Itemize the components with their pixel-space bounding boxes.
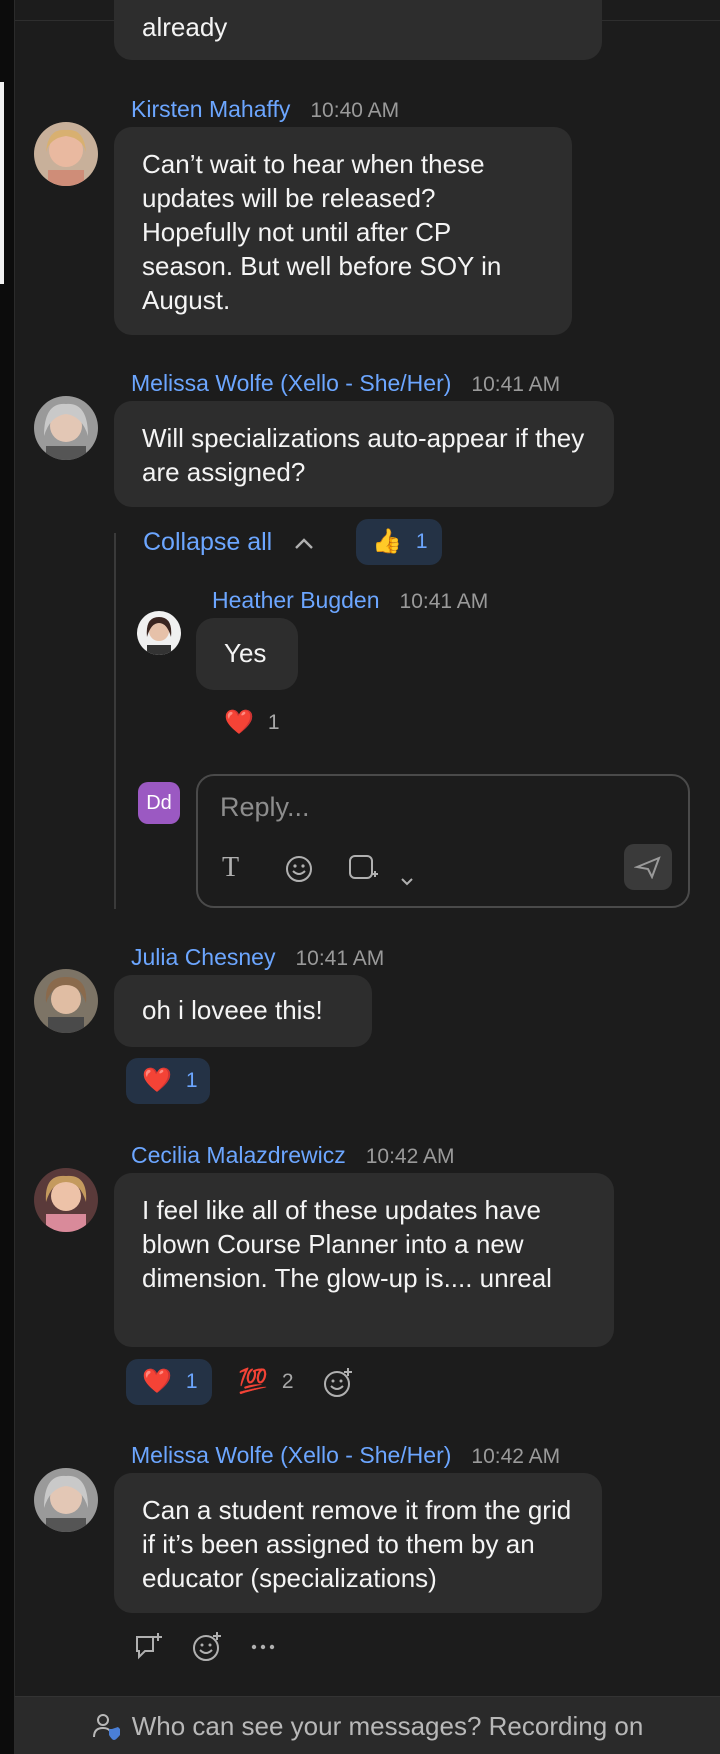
text-format-icon[interactable]: T [222, 854, 239, 882]
sender-name[interactable]: Heather Bugden [212, 587, 380, 614]
sender-name[interactable]: Melissa Wolfe (Xello - She/Her) [131, 370, 451, 397]
message-text: already [142, 12, 228, 42]
sender-name[interactable]: Kirsten Mahaffy [131, 96, 290, 123]
sender-line: Melissa Wolfe (Xello - She/Her) 10:41 AM [131, 370, 560, 397]
message-text: Can a student remove it from the grid if… [142, 1495, 572, 1593]
reaction-count: 2 [281, 1370, 294, 1393]
thread-line [114, 533, 116, 909]
message-bubble[interactable]: oh i loveee this! [114, 975, 372, 1047]
reaction-heart[interactable]: ❤️ 1 [208, 700, 296, 746]
rail-indicator [0, 82, 4, 284]
reply-placeholder[interactable]: Reply... [220, 792, 310, 823]
avatar[interactable] [34, 1168, 98, 1232]
reaction-heart[interactable]: ❤️ 1 [126, 1058, 210, 1104]
reaction-count: 1 [267, 711, 280, 734]
message-text: Yes [224, 638, 267, 668]
message-bubble[interactable]: Will specializations auto-appear if they… [114, 401, 614, 507]
message-text: Will specializations auto-appear if they… [142, 423, 585, 487]
message-bubble[interactable]: I feel like all of these updates have bl… [114, 1173, 614, 1347]
privacy-banner-text: Who can see your messages? Recording on [131, 1710, 644, 1741]
avatar[interactable] [34, 969, 98, 1033]
sender-name[interactable]: Julia Chesney [131, 944, 275, 971]
timestamp: 10:41 AM [295, 947, 385, 970]
reaction-thumbs-up[interactable]: 👍 1 [356, 519, 442, 565]
reaction-count: 1 [415, 530, 428, 553]
message-bubble[interactable]: Can a student remove it from the grid if… [114, 1473, 602, 1613]
add-emoji-icon[interactable] [191, 1630, 225, 1664]
left-rail [0, 0, 15, 1754]
sender-name[interactable]: Melissa Wolfe (Xello - She/Her) [131, 1442, 451, 1469]
emoji-icon[interactable] [284, 854, 314, 889]
reaction-hundred[interactable]: 💯 2 [222, 1359, 310, 1405]
reply-bubble[interactable]: Yes [196, 618, 298, 690]
message-text: I feel like all of these updates have bl… [142, 1195, 552, 1293]
thumbs-up-icon: 👍 [372, 528, 402, 555]
message-text: oh i loveee this! [142, 995, 323, 1025]
heart-icon: ❤️ [224, 709, 254, 736]
reply-input[interactable]: Reply... T [196, 774, 690, 908]
user-avatar[interactable]: Dd [138, 782, 180, 824]
avatar[interactable] [34, 1468, 98, 1532]
avatar[interactable] [34, 396, 98, 460]
hundred-points-icon: 💯 [238, 1368, 268, 1395]
message-actions [133, 1630, 275, 1664]
sender-line: Kirsten Mahaffy 10:40 AM [131, 96, 399, 123]
reaction-count: 1 [185, 1370, 198, 1393]
collapse-all-label: Collapse all [143, 528, 273, 556]
reaction-count: 1 [185, 1069, 198, 1092]
privacy-banner[interactable]: Who can see your messages? Recording on [15, 1696, 720, 1754]
more-options-icon[interactable] [251, 1643, 275, 1651]
sender-name[interactable]: Cecilia Malazdrewicz [131, 1142, 346, 1169]
timestamp: 10:40 AM [310, 99, 400, 122]
chevron-down-icon[interactable] [400, 864, 414, 892]
heart-icon: ❤️ [142, 1067, 172, 1094]
sender-line: Cecilia Malazdrewicz 10:42 AM [131, 1142, 454, 1169]
timestamp: 10:41 AM [471, 373, 561, 396]
timestamp: 10:42 AM [365, 1145, 455, 1168]
add-reaction-button[interactable] [322, 1366, 356, 1405]
send-button[interactable] [624, 844, 672, 890]
message-text: Can’t wait to hear when these updates wi… [142, 149, 502, 315]
avatar[interactable] [34, 122, 98, 186]
reply-in-thread-icon[interactable] [133, 1631, 165, 1663]
avatar[interactable] [137, 611, 181, 655]
collapse-all-button[interactable]: Collapse all [143, 528, 314, 557]
chat-window: already Kirsten Mahaffy 10:40 AM Can’t w… [0, 0, 720, 1754]
chevron-up-icon [295, 537, 314, 549]
sender-line: Heather Bugden 10:41 AM [212, 587, 488, 614]
sender-line: Julia Chesney 10:41 AM [131, 944, 384, 971]
heart-icon: ❤️ [142, 1368, 172, 1395]
message-bubble[interactable]: already [114, 0, 602, 60]
message-bubble[interactable]: Can’t wait to hear when these updates wi… [114, 127, 572, 335]
reaction-heart[interactable]: ❤️ 1 [126, 1359, 212, 1405]
sender-line: Melissa Wolfe (Xello - She/Her) 10:42 AM [131, 1442, 560, 1469]
screenshot-icon[interactable] [348, 854, 380, 889]
timestamp: 10:42 AM [471, 1445, 561, 1468]
timestamp: 10:41 AM [399, 590, 489, 613]
send-icon [634, 856, 661, 879]
person-shield-icon [92, 1714, 120, 1740]
add-emoji-icon [324, 1368, 352, 1397]
